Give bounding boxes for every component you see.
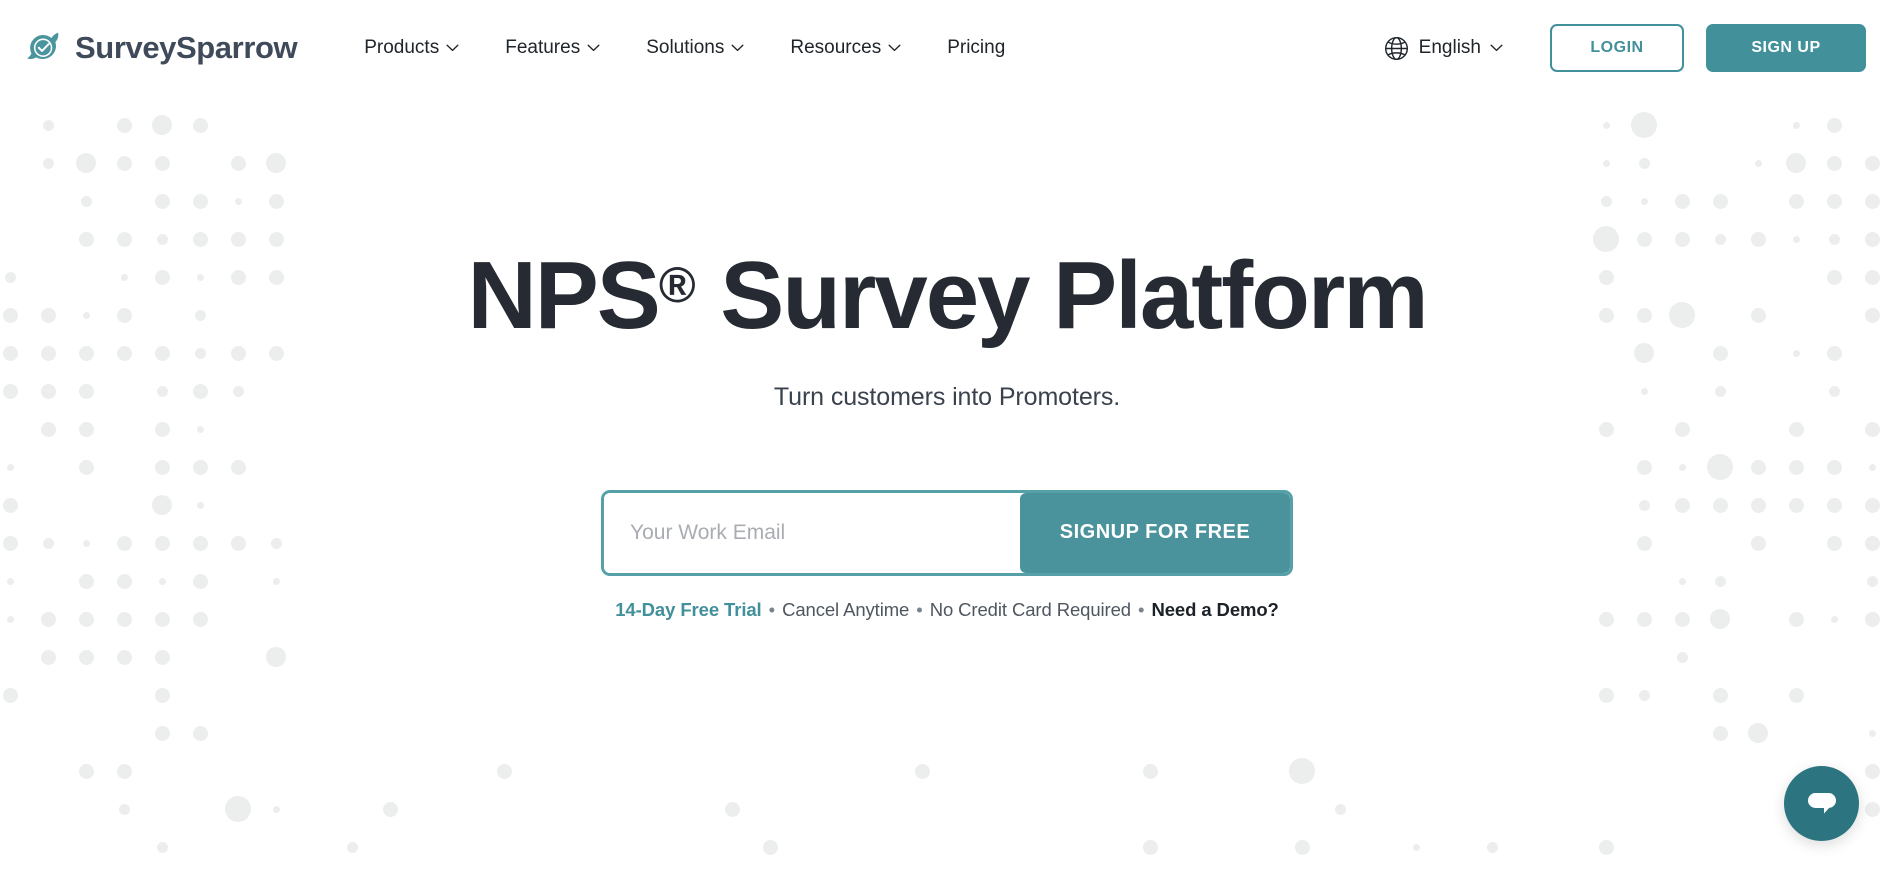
- brand-logo-link[interactable]: SurveySparrow: [26, 29, 298, 67]
- hero-section: NPS® Survey Platform Turn customers into…: [0, 96, 1894, 621]
- nav-item-label: Features: [505, 37, 581, 58]
- trial-separator-3: •: [1132, 598, 1150, 620]
- chat-widget-button[interactable]: [1784, 766, 1859, 841]
- nav-item-label: Pricing: [947, 37, 1006, 58]
- email-field[interactable]: [604, 492, 1020, 573]
- language-label: English: [1418, 37, 1481, 58]
- nav-item-pricing[interactable]: Pricing: [924, 27, 1028, 69]
- nav-item-label: Solutions: [646, 37, 725, 58]
- nav-item-features[interactable]: Features: [482, 27, 623, 69]
- need-a-demo-link[interactable]: Need a Demo?: [1151, 599, 1278, 620]
- chevron-down-icon: [731, 44, 744, 52]
- nav-item-label: Products: [364, 37, 440, 58]
- chevron-down-icon: [1490, 44, 1503, 52]
- page-title-rest: Survey Platform: [695, 242, 1428, 349]
- nav-item-solutions[interactable]: Solutions: [623, 27, 767, 69]
- trial-separator-2: •: [911, 598, 928, 620]
- trial-highlight-link[interactable]: 14-Day Free Trial: [615, 599, 761, 620]
- nav-item-resources[interactable]: Resources: [767, 27, 924, 69]
- language-selector[interactable]: English: [1373, 27, 1513, 70]
- signup-button[interactable]: SIGN UP: [1706, 24, 1866, 72]
- chevron-down-icon: [888, 44, 901, 52]
- chevron-down-icon: [446, 44, 459, 52]
- sparrow-check-logo-icon: [26, 29, 64, 67]
- site-header: SurveySparrow Products Features Solution…: [0, 0, 1894, 96]
- trial-text-cancel-anytime: Cancel Anytime: [782, 598, 910, 620]
- nav-item-products[interactable]: Products: [341, 27, 482, 69]
- page-title-main: NPS: [467, 242, 660, 349]
- chat-bubble-icon: [1807, 792, 1836, 813]
- trial-note: 14-Day Free Trial • Cancel Anytime • No …: [0, 599, 1894, 621]
- chevron-down-icon: [587, 44, 600, 52]
- nav-item-label: Resources: [790, 37, 882, 58]
- signup-for-free-button[interactable]: SIGNUP FOR FREE: [1020, 492, 1290, 573]
- registered-mark: ®: [658, 257, 696, 314]
- trial-text-no-credit-card: No Credit Card Required: [929, 598, 1131, 620]
- brand-name: SurveySparrow: [75, 30, 298, 65]
- main-navigation: Products Features Solutions Resources Pr: [341, 27, 1028, 69]
- header-actions: English LOGIN SIGN UP: [1373, 24, 1866, 72]
- globe-icon: [1384, 36, 1408, 60]
- hero-subtitle: Turn customers into Promoters.: [773, 382, 1121, 411]
- trial-separator-1: •: [763, 598, 781, 620]
- login-button[interactable]: LOGIN: [1550, 24, 1684, 72]
- page-title: NPS® Survey Platform: [0, 245, 1894, 347]
- email-signup-form: SIGNUP FOR FREE: [601, 489, 1293, 576]
